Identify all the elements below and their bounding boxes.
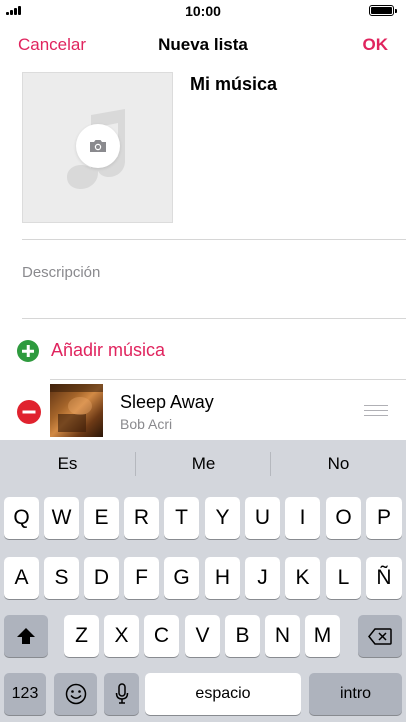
keyboard: Es Me No Q W E R T Y U I O P A S D F G H… bbox=[0, 440, 406, 722]
key-p[interactable]: P bbox=[366, 497, 402, 539]
key-e[interactable]: E bbox=[84, 497, 119, 539]
numbers-key[interactable]: 123 bbox=[4, 673, 46, 715]
key-b[interactable]: B bbox=[225, 615, 260, 657]
dictation-key[interactable] bbox=[104, 673, 139, 715]
emoji-key[interactable] bbox=[54, 673, 97, 715]
key-c[interactable]: C bbox=[144, 615, 179, 657]
camera-icon bbox=[90, 140, 106, 152]
status-time: 10:00 bbox=[185, 3, 221, 19]
suggestion-item[interactable]: No bbox=[271, 440, 406, 488]
playlist-artwork[interactable] bbox=[22, 72, 173, 223]
key-v[interactable]: V bbox=[185, 615, 220, 657]
backspace-key[interactable] bbox=[358, 615, 402, 657]
key-t[interactable]: T bbox=[164, 497, 199, 539]
key-h[interactable]: H bbox=[205, 557, 240, 599]
status-bar: 10:00 bbox=[0, 0, 406, 22]
reorder-icon[interactable] bbox=[364, 405, 388, 416]
plus-circle-icon bbox=[17, 340, 39, 362]
album-artwork bbox=[50, 384, 103, 437]
emoji-icon bbox=[65, 683, 86, 705]
suggestion-bar: Es Me No bbox=[0, 440, 406, 488]
song-artist: Bob Acri bbox=[120, 416, 173, 432]
playlist-name-field[interactable]: Mi música bbox=[190, 74, 277, 95]
add-music-label: Añadir música bbox=[51, 340, 166, 360]
key-w[interactable]: W bbox=[44, 497, 79, 539]
divider bbox=[22, 239, 406, 240]
key-i[interactable]: I bbox=[285, 497, 320, 539]
key-k[interactable]: K bbox=[285, 557, 320, 599]
navigation-bar: Cancelar Nueva lista OK bbox=[0, 22, 406, 68]
key-a[interactable]: A bbox=[4, 557, 39, 599]
key-d[interactable]: D bbox=[84, 557, 119, 599]
suggestion-item[interactable]: Me bbox=[136, 440, 271, 488]
key-g[interactable]: G bbox=[164, 557, 199, 599]
key-u[interactable]: U bbox=[245, 497, 280, 539]
key-z[interactable]: Z bbox=[64, 615, 99, 657]
backspace-icon bbox=[368, 627, 392, 645]
shift-key[interactable] bbox=[4, 615, 48, 657]
minus-circle-icon[interactable] bbox=[17, 400, 41, 424]
key-y[interactable]: Y bbox=[205, 497, 240, 539]
battery-icon bbox=[369, 5, 397, 16]
suggestion-item[interactable]: Es bbox=[0, 440, 135, 488]
key-r[interactable]: R bbox=[124, 497, 159, 539]
song-title: Sleep Away bbox=[120, 392, 214, 412]
list-item[interactable]: Sleep Away Bob Acri bbox=[0, 380, 406, 440]
add-music-button[interactable]: Añadir música bbox=[0, 334, 406, 368]
return-key[interactable]: intro bbox=[309, 673, 402, 715]
key-q[interactable]: Q bbox=[4, 497, 39, 539]
key-x[interactable]: X bbox=[104, 615, 139, 657]
divider bbox=[22, 318, 406, 319]
key-s[interactable]: S bbox=[44, 557, 79, 599]
key-o[interactable]: O bbox=[326, 497, 361, 539]
cancel-button[interactable]: Cancelar bbox=[18, 35, 86, 55]
shift-icon bbox=[17, 628, 35, 644]
key-n-tilde[interactable]: Ñ bbox=[366, 557, 402, 599]
key-n[interactable]: N bbox=[265, 615, 300, 657]
key-l[interactable]: L bbox=[326, 557, 361, 599]
key-m[interactable]: M bbox=[305, 615, 340, 657]
space-key[interactable]: espacio bbox=[145, 673, 301, 715]
ok-button[interactable]: OK bbox=[363, 35, 389, 55]
microphone-icon bbox=[115, 683, 128, 704]
camera-button[interactable] bbox=[76, 124, 120, 168]
key-j[interactable]: J bbox=[245, 557, 280, 599]
description-field[interactable]: Descripción bbox=[22, 264, 100, 281]
key-f[interactable]: F bbox=[124, 557, 159, 599]
